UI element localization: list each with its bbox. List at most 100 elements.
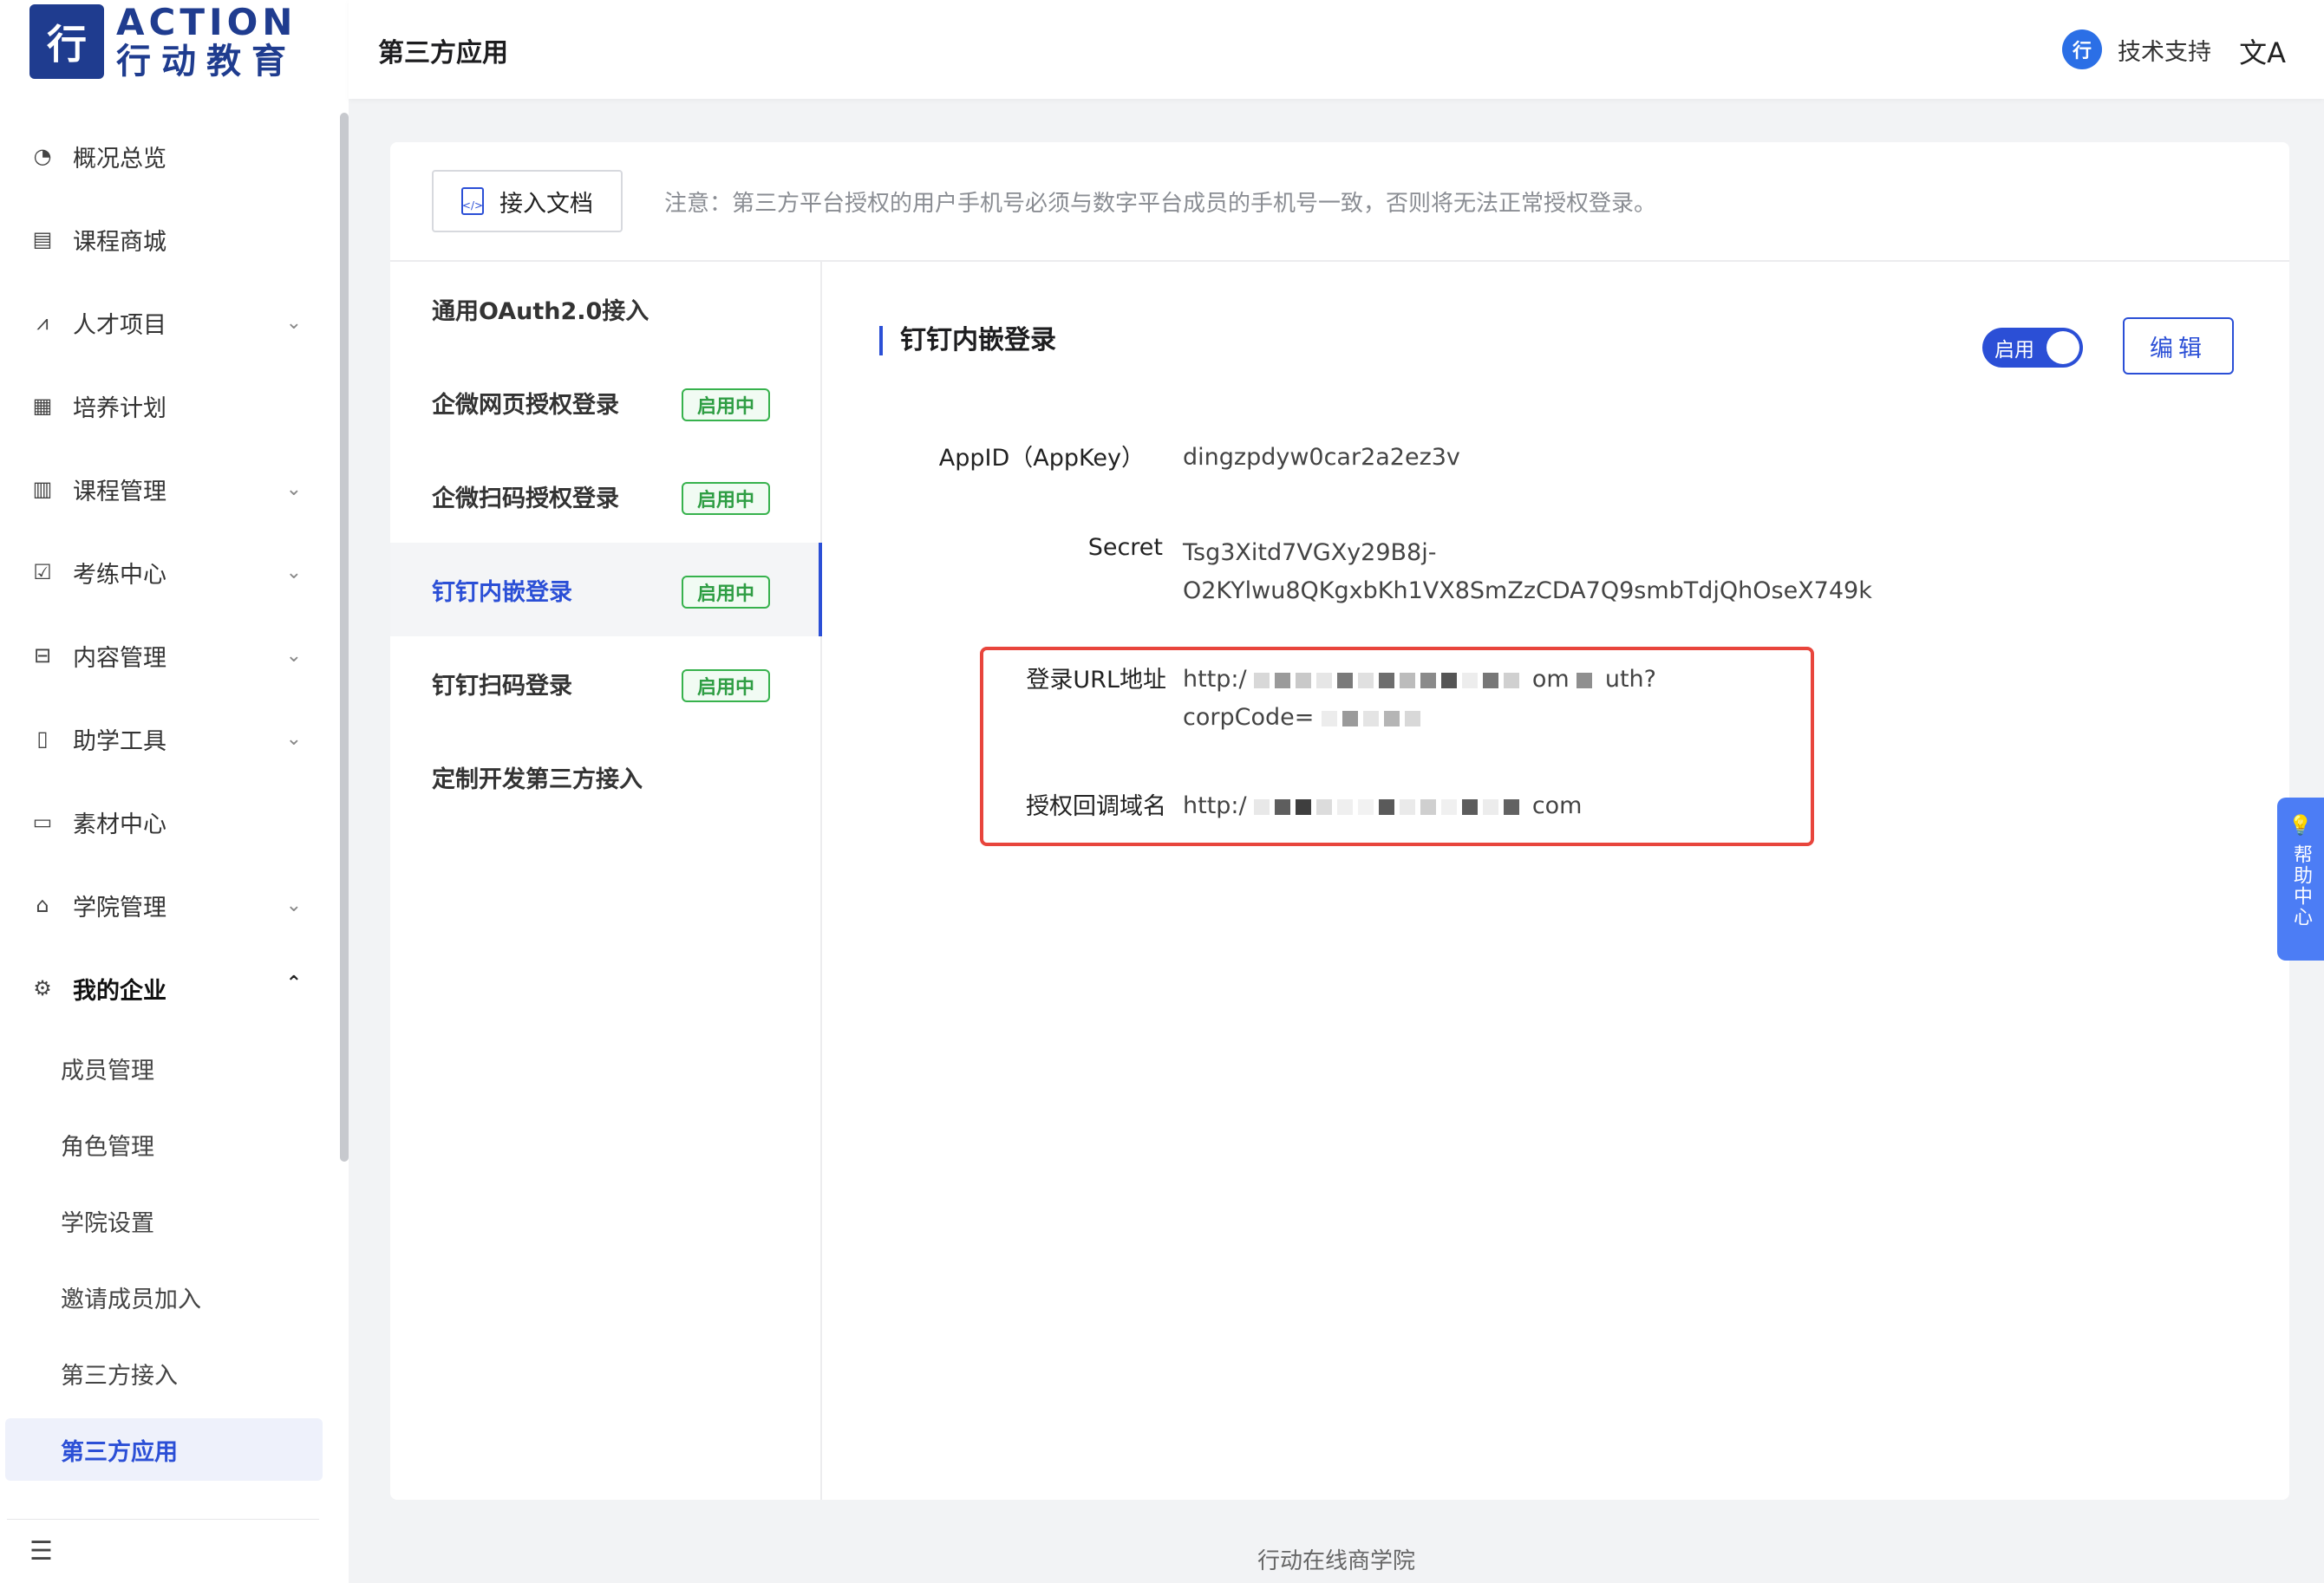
field-label: 授权回调域名 (1026, 793, 1166, 820)
sidebar-item-exam-center[interactable]: ☑ 考练中心 ⌄ (0, 531, 330, 614)
chevron-down-icon: ⌄ (285, 312, 302, 334)
sidebar-item-overview[interactable]: ◔ 概况总览 (0, 114, 330, 198)
card-toolbar: </> 接入文档 注意：第三方平台授权的用户手机号必须与数字平台成员的手机号一致… (390, 142, 2289, 262)
sidebar-item-label: 人才项目 (73, 311, 166, 339)
sidebar-sub-role-management[interactable]: 角色管理 (0, 1106, 330, 1182)
field-value: dingzpdyw0car2a2ez3v (1183, 444, 1460, 471)
sidebar-item-academy-management[interactable]: ⌂ 学院管理 ⌄ (0, 863, 330, 947)
help-center-tab[interactable]: 💡 帮助中心 (2277, 798, 2324, 961)
status-badge: 启用中 (682, 482, 771, 515)
sidebar-item-materials[interactable]: ▭ 素材中心 (0, 780, 330, 863)
brand-logo[interactable]: 行 ACTION 行动教育 (29, 0, 297, 83)
support-logo-icon: 行 (2062, 29, 2102, 69)
field-label: Secret (1087, 534, 1163, 561)
sidebar-item-course-management[interactable]: ▥ 课程管理 ⌄ (0, 447, 330, 531)
edit-button[interactable]: 编辑 (2123, 317, 2234, 375)
sidebar-nav: ◔ 概况总览 ▤ 课程商城 ⩘ 人才项目 ⌄ ▦ 培养计划 ▥ 课程管理 ⌄ ☑… (0, 114, 330, 1481)
sidebar-item-label: 概况总览 (73, 145, 166, 173)
calendar-icon: ▦ (32, 394, 53, 418)
book-icon: ▥ (32, 477, 53, 501)
sidebar-item-label: 课程商城 (73, 228, 166, 256)
field-login-url: 登录URL地址 http:/ om uth? corpCode= (824, 661, 2289, 739)
option-dingtalk-qr[interactable]: 钉钉扫码登录 启用中 (390, 636, 820, 730)
field-value: Tsg3Xitd7VGXy29B8j- O2KYlwu8QKgxbKh1VX8S… (1183, 539, 1872, 604)
folder-icon: ▭ (32, 810, 53, 834)
top-header: 第三方应用 行 技术支持 文A (349, 0, 2324, 99)
sidebar-item-talent-projects[interactable]: ⩘ 人才项目 ⌄ (0, 281, 330, 364)
collapse-menu-icon[interactable]: ☰ (29, 1536, 53, 1567)
status-badge: 启用中 (682, 669, 771, 702)
lightbulb-icon: 💡 (2288, 815, 2313, 837)
notice-text: 注意：第三方平台授权的用户手机号必须与数字平台成员的手机号一致，否则将无法正常授… (664, 191, 1657, 217)
code-doc-icon: </> (461, 187, 484, 215)
field-callback-domain: 授权回调域名 http:/ com (824, 787, 2289, 825)
chevron-down-icon: ⌄ (285, 645, 302, 667)
chevron-down-icon: ⌄ (285, 479, 302, 500)
gear-icon: ⚙ (33, 976, 52, 1000)
sidebar-item-label: 内容管理 (73, 644, 166, 672)
status-badge: 启用中 (682, 576, 771, 609)
sidebar-sub-invite-members[interactable]: 邀请成员加入 (0, 1259, 330, 1335)
option-wecom-web-auth[interactable]: 企微网页授权登录 启用中 (390, 355, 820, 449)
sidebar-divider (7, 1519, 319, 1520)
store-icon: ▤ (32, 227, 53, 251)
sidebar-item-label: 素材中心 (73, 811, 166, 838)
bookmark-icon: ▯ (36, 726, 49, 751)
chevron-up-icon: ⌃ (285, 973, 302, 994)
exam-icon: ☑ (33, 560, 52, 584)
sidebar-item-label: 课程管理 (73, 478, 166, 505)
redacted-pixel (1254, 672, 1270, 688)
enable-toggle[interactable]: 启用 (1982, 328, 2083, 368)
chevron-down-icon: ⌄ (285, 728, 302, 750)
sidebar-sub-third-party-access[interactable]: 第三方接入 (0, 1335, 330, 1411)
footer-text: 行动在线商学院 (1257, 1548, 1415, 1574)
sidebar-item-label: 助学工具 (73, 727, 166, 755)
field-secret: Secret Tsg3Xitd7VGXy29B8j- O2KYlwu8QKgxb… (824, 534, 2289, 612)
sidebar-item-study-tools[interactable]: ▯ 助学工具 ⌄ (0, 697, 330, 780)
chevron-down-icon: ⌄ (285, 895, 302, 916)
option-custom-third-party[interactable]: 定制开发第三方接入 (390, 730, 820, 824)
box-icon: ⊟ (33, 643, 52, 668)
access-doc-label: 接入文档 (499, 190, 593, 218)
toggle-knob (2047, 331, 2079, 364)
field-label: 登录URL地址 (1026, 667, 1166, 694)
status-badge: 启用中 (682, 388, 771, 421)
sidebar-sub-academy-settings[interactable]: 学院设置 (0, 1182, 330, 1259)
section-title: 钉钉内嵌登录 (879, 326, 1056, 355)
detail-panel: 钉钉内嵌登录 启用 编辑 AppID（AppKey） dingzpdyw0car… (824, 262, 2289, 1500)
sidebar-sub-member-management[interactable]: 成员管理 (0, 1030, 330, 1106)
sidebar-item-label: 学院管理 (73, 894, 166, 922)
language-icon[interactable]: 文A (2239, 31, 2286, 71)
option-dingtalk-embedded[interactable]: 钉钉内嵌登录 启用中 (390, 543, 822, 636)
pie-chart-icon: ◔ (33, 144, 52, 168)
sidebar-item-content-management[interactable]: ⊟ 内容管理 ⌄ (0, 614, 330, 697)
sidebar-scrollbar[interactable] (340, 113, 349, 1162)
field-label: AppID（AppKey） (938, 445, 1145, 472)
sidebar-sub-third-party-apps[interactable]: 第三方应用 (5, 1418, 323, 1481)
tech-support-label: 技术支持 (2118, 38, 2211, 66)
page-title: 第三方应用 (378, 38, 508, 68)
field-value: http:/ com (1183, 792, 1583, 819)
line-chart-icon: ⩘ (36, 310, 49, 335)
field-value: http:/ om uth? corpCode= (1183, 666, 1656, 731)
tech-support-button[interactable]: 行 技术支持 (2062, 29, 2211, 69)
sidebar: 行 ACTION 行动教育 ◔ 概况总览 ▤ 课程商城 ⩘ 人才项目 ⌄ ▦ 培… (0, 0, 349, 1583)
chevron-down-icon: ⌄ (285, 562, 302, 583)
option-wecom-qr-auth[interactable]: 企微扫码授权登录 启用中 (390, 449, 820, 543)
sidebar-item-label: 我的企业 (73, 977, 166, 1005)
main-card: </> 接入文档 注意：第三方平台授权的用户手机号必须与数字平台成员的手机号一致… (390, 142, 2289, 1500)
bank-icon: ⌂ (36, 893, 49, 917)
integration-list: 通用OAuth2.0接入 企微网页授权登录 启用中 企微扫码授权登录 启用中 钉… (390, 262, 822, 1500)
sidebar-item-my-enterprise[interactable]: ⚙ 我的企业 ⌃ (0, 947, 330, 1030)
toggle-label: 启用 (1994, 339, 2034, 362)
option-oauth2[interactable]: 通用OAuth2.0接入 (390, 262, 820, 355)
help-center-label: 帮助中心 (2290, 844, 2312, 928)
access-doc-button[interactable]: </> 接入文档 (432, 170, 623, 232)
field-appid: AppID（AppKey） dingzpdyw0car2a2ez3v (824, 439, 2289, 477)
logo-name-en: ACTION (116, 1, 297, 43)
sidebar-item-label: 考练中心 (73, 561, 166, 589)
sidebar-item-course-store[interactable]: ▤ 课程商城 (0, 198, 330, 281)
logo-mark: 行 (29, 4, 104, 79)
sidebar-item-label: 培养计划 (73, 394, 166, 422)
sidebar-item-training-plan[interactable]: ▦ 培养计划 (0, 364, 330, 447)
